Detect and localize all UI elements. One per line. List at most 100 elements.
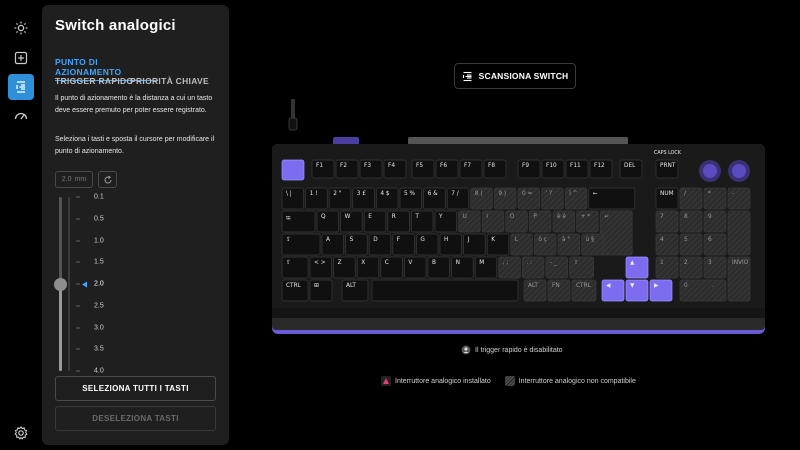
performance-button[interactable]: [8, 103, 34, 129]
legend-not-compatible-label: Interruttore analogico non compatibile: [518, 377, 636, 385]
key-label: 3 £: [356, 191, 367, 197]
key-label: 0 =: [522, 191, 533, 197]
caps-lock-indicator: CAPS LOCK: [654, 151, 681, 156]
keyboard-key[interactable]: [371, 279, 519, 302]
plus-square-icon: [14, 51, 28, 65]
key-label: 2 ": [333, 191, 342, 197]
key-label: ⇧: [286, 260, 291, 266]
key-label: P: [533, 214, 537, 220]
key-label: \ |: [286, 191, 292, 197]
tab-rapid-trigger[interactable]: TRIGGER RAPIDO: [55, 76, 133, 86]
key-label: 4 $: [380, 191, 390, 197]
rapid-trigger-status: Il trigger rapido è disabilitato: [461, 345, 563, 355]
key-label: 6: [708, 237, 712, 243]
scale-tick: 3.0: [76, 324, 104, 331]
deselect-keys-button[interactable]: DESELEZIONA TASTI: [55, 406, 216, 431]
scan-icon: [462, 71, 472, 81]
scale-tick: 1.5: [76, 259, 104, 266]
scan-switches-button[interactable]: SCANSIONA SWITCH: [454, 63, 576, 89]
key-label: R: [391, 214, 396, 220]
scale-tick-label: 2.5: [94, 302, 104, 310]
key-label: è é: [557, 214, 566, 220]
select-all-keys-button[interactable]: SELEZIONA TUTTI I TASTI: [55, 376, 216, 401]
key-label: F2: [340, 163, 348, 169]
key-label: N: [455, 260, 460, 266]
key-label: 7: [660, 214, 664, 220]
key-label: V: [408, 260, 413, 266]
key-label: DEL: [624, 163, 636, 169]
key-label: -: [732, 191, 735, 197]
scale-tick-label: 1.0: [94, 237, 104, 244]
key-label: , ;: [502, 260, 509, 266]
key-label: I: [486, 214, 488, 220]
key-label: 1 !: [309, 191, 318, 197]
panel-title: Switch analogici: [55, 17, 176, 34]
actuation-scale: 0.1 0.5 1.0 1.5 2.0 2.5 3.0 3.5 4.0: [76, 194, 136, 375]
keyboard-visual: F1 F2 F3 F4 F5 F6 F7 F8 F9 F10 F11 F12 DEL PRNT CAPS L…: [268, 94, 765, 336]
analog-switch-button[interactable]: [8, 74, 34, 100]
key-label: ò ç: [538, 237, 547, 243]
key-label: à °: [562, 237, 571, 243]
key-label: O: [509, 214, 515, 220]
key-label: Y: [439, 214, 443, 220]
scale-tick: 2.0: [76, 281, 104, 288]
key-label: ←: [592, 191, 598, 197]
actuation-slider-thumb[interactable]: [54, 277, 67, 291]
key-label: J: [467, 237, 470, 243]
key-label: + *: [580, 214, 591, 220]
key-label: D: [373, 237, 378, 243]
instructions-text: Seleziona i tasti e sposta il cursore pe…: [55, 136, 215, 155]
key-label: F6: [440, 163, 448, 169]
legend-not-compatible: Interruttore analogico non compatibile: [504, 376, 636, 386]
key-label: . :: [526, 260, 533, 266]
actuation-value-field[interactable]: 2.0 mm: [55, 171, 93, 188]
key-label: ALT: [528, 283, 538, 289]
rapid-trigger-status-text: Il trigger rapido è disabilitato: [475, 346, 563, 354]
key-label: 2: [684, 260, 688, 266]
key-label: ⇧: [573, 260, 579, 266]
keyboard-key[interactable]: [281, 159, 305, 181]
assignments-button[interactable]: [8, 45, 34, 71]
keyboard-key[interactable]: [727, 210, 751, 256]
secondary-slider-track: [68, 197, 70, 371]
reset-icon: [104, 175, 111, 183]
installed-switch-icon: [381, 376, 391, 386]
key-label: .: [712, 283, 714, 289]
selected-marker-icon: [82, 281, 87, 287]
key-label: ⇪: [286, 237, 291, 243]
key-label: A: [326, 237, 330, 243]
key-label: FN: [552, 283, 560, 289]
key-label: NUM: [660, 191, 674, 197]
speedometer-icon: [14, 112, 28, 120]
key-label: 7 /: [451, 191, 459, 197]
scale-tick: 0.5: [76, 215, 104, 222]
key-label: ù §: [585, 237, 595, 243]
tab-key-priority[interactable]: PRIORITÀ CHIAVE: [130, 76, 209, 86]
actuation-value: 2.0: [61, 176, 72, 183]
scale-tick-label: 4.0: [94, 367, 104, 375]
key-label: C: [384, 260, 389, 266]
key-label: - _: [550, 260, 557, 266]
key-label: G: [420, 237, 425, 243]
key-label: < >: [314, 260, 326, 266]
gear-icon: [14, 425, 28, 440]
settings-button[interactable]: [8, 420, 34, 446]
key-label: M: [479, 260, 485, 266]
scale-tick: 4.0: [76, 368, 104, 375]
reset-button[interactable]: [98, 171, 117, 188]
key-label: S: [349, 237, 354, 243]
key-label: 5: [684, 237, 688, 243]
key-label: 3: [708, 260, 712, 266]
key-label: B: [432, 260, 436, 266]
key-label: 6 &: [427, 191, 438, 197]
lighting-button[interactable]: [8, 15, 34, 41]
key-label: ALT: [346, 283, 356, 289]
scale-tick: 0.1: [76, 194, 104, 201]
scale-tick-label: 3.5: [94, 345, 104, 353]
key-label: F7: [464, 163, 472, 169]
key-label: PRNT: [660, 163, 676, 169]
key-label: H: [444, 237, 449, 243]
key-label: ▶: [654, 283, 659, 289]
key-label: F8: [488, 163, 496, 169]
key-label: ↵: [604, 214, 610, 220]
